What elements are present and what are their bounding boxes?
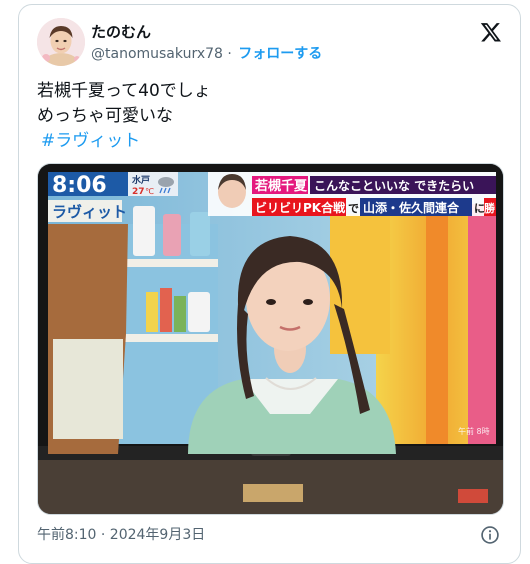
- tweet-card: たのむん @tanomusakurx78 · フォローする 若槻千夏って40でし…: [18, 4, 521, 564]
- tv-temperature: 27: [132, 187, 145, 197]
- tv-location: 水戸: [132, 174, 150, 186]
- avatar[interactable]: [37, 18, 85, 66]
- info-icon[interactable]: [480, 525, 500, 545]
- display-name[interactable]: たのむん: [91, 22, 151, 42]
- tv-temperature-unit: ℃: [145, 187, 154, 196]
- hashtag-link[interactable]: #ラヴィット: [41, 129, 140, 154]
- separator: ·: [227, 46, 232, 62]
- tv-caption-name: 若槻千夏: [254, 178, 308, 194]
- tweet-timestamp[interactable]: 午前8:10 · 2024年9月3日: [37, 525, 205, 545]
- tv-caption-line2e: 勝: [484, 201, 496, 215]
- tv-screen: 8:06 水戸 27 ℃ ラヴィット 若槻千夏 こんなこといいな できたらい ビ…: [48, 172, 496, 454]
- tv-caption-line2c: 山添・佐久間連合: [363, 200, 460, 215]
- x-logo-icon[interactable]: [480, 21, 502, 43]
- tv-corner-text: 午前 8時: [458, 426, 490, 436]
- tv-photo: 8:06 水戸 27 ℃ ラヴィット 若槻千夏 こんなこといいな できたらい ビ…: [38, 164, 503, 514]
- tv-clock: 8:06: [52, 173, 107, 198]
- user-handle[interactable]: @tanomusakurx78: [91, 46, 223, 62]
- tweet-photo[interactable]: 8:06 水戸 27 ℃ ラヴィット 若槻千夏 こんなこといいな できたらい ビ…: [37, 163, 504, 515]
- avatar-portrait: [37, 18, 85, 66]
- tv-show-logo: ラヴィット: [52, 203, 127, 221]
- tv-caption-line1: こんなこといいな できたらい: [314, 179, 474, 193]
- tweet-text-line-1: 若槻千夏って40でしょ: [37, 81, 211, 101]
- tweet-text: 若槻千夏って40でしょ めっちゃ可愛いな #ラヴィット: [37, 79, 211, 154]
- follow-button[interactable]: フォローする: [238, 46, 322, 62]
- tv-caption-line2b: で: [348, 202, 359, 215]
- tweet-text-line-2: めっちゃ可愛いな: [37, 106, 173, 126]
- tv-caption-line2a: ビリビリPK合戦: [255, 200, 346, 215]
- handle-row: @tanomusakurx78 · フォローする: [91, 44, 322, 64]
